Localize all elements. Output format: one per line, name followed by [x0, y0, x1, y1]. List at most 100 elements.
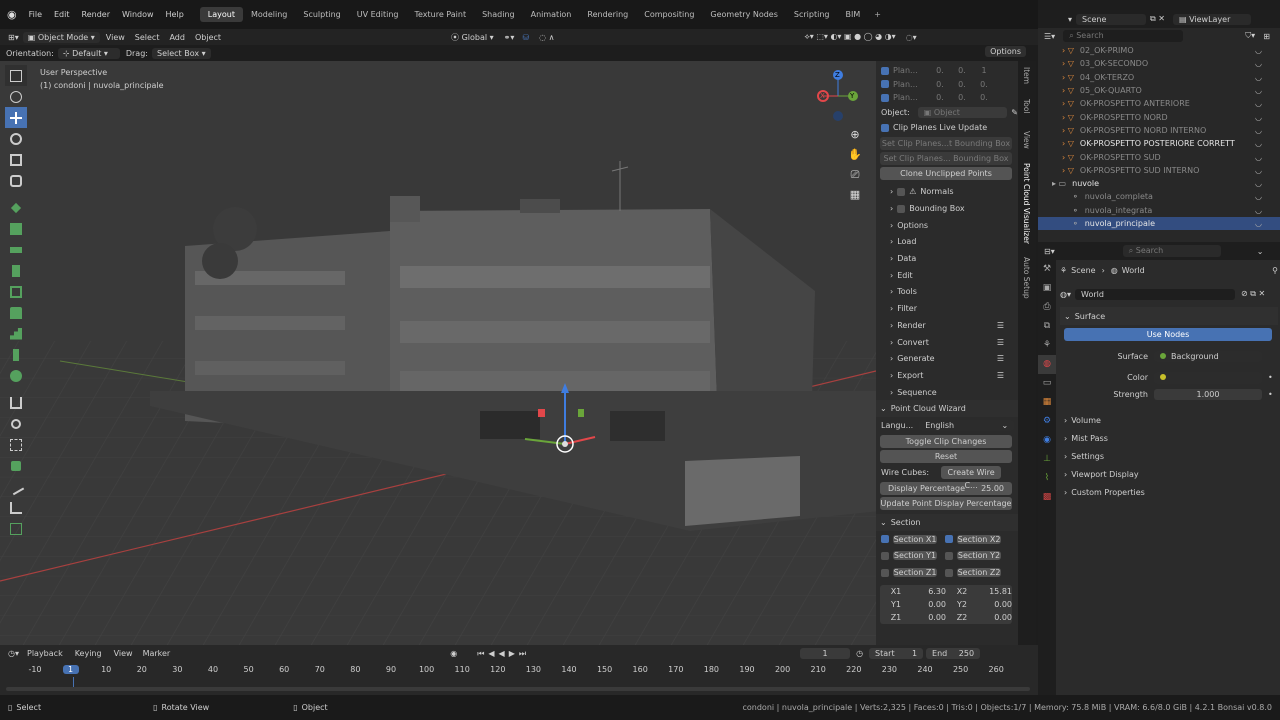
- select-box-tool[interactable]: [5, 65, 27, 86]
- section-button[interactable]: Section Z2: [957, 568, 1001, 578]
- new-collection-icon[interactable]: ⊞: [1263, 32, 1270, 41]
- record-icon[interactable]: ◉: [450, 649, 457, 658]
- coord-value[interactable]: 6.30: [912, 587, 946, 596]
- set-clip-planes-button-1[interactable]: Set Clip Planes...t Bounding Box: [880, 136, 1012, 150]
- editor-type-icon[interactable]: ⊞▾: [8, 33, 19, 42]
- add-opening-tool[interactable]: [5, 413, 27, 434]
- blender-logo-icon[interactable]: ◉: [7, 8, 17, 21]
- add-wall-tool[interactable]: [5, 260, 27, 281]
- add-cube-tool[interactable]: [5, 218, 27, 239]
- pan-hand-icon[interactable]: ✋: [847, 145, 863, 165]
- workspace-tab-rendering[interactable]: Rendering: [579, 7, 636, 22]
- panel-settings[interactable]: › Settings: [1060, 447, 1278, 465]
- surface-panel-header[interactable]: ⌄ Surface: [1060, 307, 1278, 325]
- strength-field[interactable]: 1.000: [1154, 389, 1262, 400]
- workspace-tab-modeling[interactable]: Modeling: [243, 7, 295, 22]
- visibility-icon[interactable]: ◡: [1255, 139, 1262, 148]
- surface-shader-field[interactable]: Background: [1154, 350, 1262, 362]
- cursor-tool[interactable]: [5, 86, 27, 107]
- clip-plane-value[interactable]: 0.: [929, 66, 951, 75]
- pcv-section-edit[interactable]: › Edit: [876, 267, 1018, 284]
- timeline-scrollbar[interactable]: [6, 687, 1030, 691]
- outliner-search[interactable]: ⌕ Search: [1063, 30, 1184, 42]
- pcv-section-load[interactable]: › Load: [876, 234, 1018, 251]
- current-frame-field[interactable]: 1: [800, 648, 851, 659]
- checkbox[interactable]: [897, 204, 906, 213]
- section-checkbox[interactable]: [945, 551, 953, 560]
- list-icon[interactable]: ☰: [997, 321, 1004, 330]
- perspective-grid-icon[interactable]: ▦: [847, 185, 863, 205]
- section-button[interactable]: Section X2: [957, 534, 1001, 544]
- keyframe-dot-icon[interactable]: •: [1268, 390, 1273, 399]
- visibility-icon[interactable]: ◡: [1255, 86, 1262, 95]
- world-name-field[interactable]: World: [1075, 288, 1235, 300]
- collection-tab-icon[interactable]: ▭: [1038, 374, 1056, 393]
- pcv-section-normals[interactable]: › ⚠ Normals: [876, 184, 1018, 201]
- section-button[interactable]: Section Y2: [957, 551, 1001, 561]
- clip-plane-value[interactable]: 0.: [951, 66, 973, 75]
- output-tab-icon[interactable]: ⎙: [1038, 298, 1056, 317]
- pcv-section-convert[interactable]: › Convert ☰: [876, 334, 1018, 351]
- menu-render[interactable]: Render: [76, 10, 116, 19]
- workspace-tab-layout[interactable]: Layout: [199, 7, 243, 22]
- pcv-section-generate[interactable]: › Generate ☰: [876, 350, 1018, 367]
- playback-controls[interactable]: ⏮◀◀▶⏭: [477, 649, 530, 659]
- object-field[interactable]: ▣ Object: [917, 107, 1008, 118]
- pcv-section-tools[interactable]: › Tools: [876, 284, 1018, 301]
- properties-editor-icon[interactable]: ⊟▾: [1044, 247, 1055, 256]
- object-tab-icon[interactable]: ▦: [1038, 393, 1056, 412]
- orientation-select[interactable]: ⊹ Default ▾: [57, 47, 120, 59]
- list-icon[interactable]: ☰: [997, 338, 1004, 347]
- language-select[interactable]: English ⌄: [919, 419, 1015, 431]
- outliner-item[interactable]: ▸ ▭ nuvole ◡: [1038, 177, 1280, 190]
- color-field[interactable]: [1154, 371, 1262, 384]
- outliner-item[interactable]: ⚬ nuvola_principale ◡: [1038, 216, 1280, 231]
- clip-plane-value[interactable]: 0.: [929, 93, 951, 102]
- transform-orientation-select[interactable]: ⦿ Global ▾: [451, 32, 494, 43]
- clip-live-row[interactable]: Clip Planes Live Update: [876, 121, 1018, 135]
- clip-plane-checkbox[interactable]: [881, 66, 889, 75]
- outliner-item[interactable]: › ▽ OK-PROSPETTO SUD INTERNO ◡: [1038, 164, 1280, 177]
- clip-plane-checkbox[interactable]: [881, 93, 889, 102]
- wizard-header[interactable]: ⌄ Point Cloud Wizard: [876, 400, 1018, 418]
- workspace-tab-geometry-nodes[interactable]: Geometry Nodes: [702, 7, 785, 22]
- annotate-tool[interactable]: [5, 197, 27, 218]
- outliner-item[interactable]: › ▽ 05_OK-QUARTO ◡: [1038, 84, 1280, 97]
- workspace-tab-scripting[interactable]: Scripting: [786, 7, 838, 22]
- 3d-viewport[interactable]: User Perspective (1) condoni | nuvola_pr…: [0, 61, 876, 645]
- add-duct-tool[interactable]: [5, 455, 27, 476]
- visibility-icon[interactable]: ◡: [1255, 126, 1262, 135]
- properties-options-icon[interactable]: ⌄: [1257, 247, 1264, 256]
- visibility-icon[interactable]: ◡: [1255, 166, 1262, 175]
- pcv-section-bounding-box[interactable]: › Bounding Box: [876, 200, 1018, 217]
- visibility-icon[interactable]: ◡: [1255, 59, 1262, 68]
- visibility-icon[interactable]: ◡: [1255, 113, 1262, 122]
- clip-live-checkbox[interactable]: [881, 123, 889, 132]
- coord-value[interactable]: 0.00: [978, 600, 1012, 609]
- pcv-section-data[interactable]: › Data: [876, 250, 1018, 267]
- coord-value[interactable]: 0.00: [978, 613, 1012, 622]
- sidebar-tab-auto-setup[interactable]: Auto Setup: [1022, 257, 1031, 299]
- section-checkbox[interactable]: [881, 568, 889, 577]
- use-nodes-button[interactable]: Use Nodes: [1064, 328, 1272, 341]
- zoom-icon[interactable]: ⊕: [847, 125, 863, 145]
- world-tab-icon[interactable]: ◍: [1038, 355, 1056, 374]
- view-layer-select[interactable]: ▤ ViewLayer: [1172, 13, 1251, 25]
- pcv-section-sequence[interactable]: › Sequence: [876, 384, 1018, 401]
- panel-viewport-display[interactable]: › Viewport Display: [1060, 465, 1278, 483]
- keyframe-dot-icon[interactable]: •: [1268, 373, 1273, 382]
- world-user-icons[interactable]: ⊘ ⧉ ✕: [1241, 289, 1265, 299]
- visibility-icon[interactable]: ◡: [1255, 46, 1262, 55]
- properties-search[interactable]: ⌕ Search: [1122, 245, 1221, 257]
- pin-icon[interactable]: ⚲: [1272, 266, 1278, 275]
- viewport-gizmo-toggles[interactable]: ⟡▾ ⬚▾ ◐▾ ▣ ● ◯ ◕ ◑▾: [804, 32, 895, 42]
- add-stair-tool[interactable]: [5, 323, 27, 344]
- eyedropper-icon[interactable]: ✎: [1011, 108, 1018, 117]
- panel-custom-properties[interactable]: › Custom Properties: [1060, 483, 1278, 501]
- reset-button[interactable]: Reset: [880, 450, 1012, 464]
- coord-value[interactable]: 0.00: [912, 600, 946, 609]
- camera-view-icon[interactable]: ⎚: [847, 165, 863, 185]
- constraint-tab-icon[interactable]: ⊥: [1038, 450, 1056, 469]
- options-button[interactable]: Options: [985, 46, 1026, 57]
- visibility-icon[interactable]: ◡: [1255, 192, 1262, 201]
